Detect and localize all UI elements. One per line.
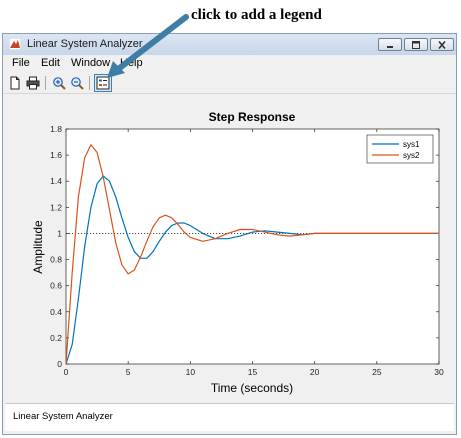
zoom-in-button[interactable] — [51, 75, 67, 91]
x-tick-label: 25 — [372, 367, 382, 377]
x-axis-label: Time (seconds) — [211, 381, 293, 395]
status-text: Linear System Analyzer — [13, 411, 113, 422]
y-tick-label: 0 — [57, 359, 62, 369]
maximize-button[interactable] — [404, 38, 428, 51]
matlab-app-icon — [9, 38, 21, 50]
minimize-button[interactable] — [378, 38, 402, 51]
legend-icon — [96, 76, 110, 90]
linear-system-analyzer-window: Linear System Analyzer File Edit Window … — [2, 33, 457, 435]
zoom-in-icon — [53, 77, 66, 90]
maximize-icon — [412, 40, 420, 49]
menu-file[interactable]: File — [12, 57, 30, 69]
menu-help[interactable]: Help — [120, 57, 143, 69]
y-tick-label: 1.6 — [50, 150, 62, 160]
close-icon — [438, 40, 446, 49]
x-tick-label: 0 — [64, 367, 69, 377]
status-bar: Linear System Analyzer — [5, 403, 454, 431]
y-tick-label: 0.2 — [50, 333, 62, 343]
legend-box[interactable] — [366, 134, 434, 164]
legend-callout-text: click to add a legend — [191, 7, 322, 23]
legend-label-sys2: sys2 — [403, 151, 420, 160]
x-tick-label: 30 — [434, 367, 444, 377]
close-button[interactable] — [430, 38, 454, 51]
print-button[interactable] — [25, 75, 41, 91]
y-tick-label: 0.4 — [50, 307, 62, 317]
menu-window[interactable]: Window — [71, 57, 110, 69]
y-tick-label: 1.2 — [50, 202, 62, 212]
toolbar-separator — [45, 76, 46, 90]
legend-button[interactable] — [94, 74, 112, 92]
zoom-out-button[interactable] — [69, 75, 85, 91]
title-bar: Linear System Analyzer — [3, 34, 456, 55]
y-tick-label: 1 — [57, 228, 62, 238]
axes-background — [65, 128, 440, 365]
step-response-chart: Step Response Time (seconds) Amplitude 0… — [31, 110, 444, 395]
menu-bar: File Edit Window Help — [3, 55, 456, 72]
y-tick-label: 1.4 — [50, 176, 62, 186]
x-tick-label: 5 — [126, 367, 131, 377]
y-axis-label: Amplitude — [31, 220, 45, 274]
toolbar — [3, 72, 456, 94]
x-tick-label: 20 — [310, 367, 320, 377]
new-file-button[interactable] — [7, 75, 23, 91]
toolbar-separator — [89, 76, 90, 90]
minimize-icon — [387, 45, 393, 48]
zoom-out-icon — [71, 77, 84, 90]
y-tick-label: 0.8 — [50, 255, 62, 265]
step-response-plot[interactable]: Step Response Time (seconds) Amplitude 0… — [5, 95, 454, 401]
x-tick-label: 15 — [248, 367, 258, 377]
y-tick-label: 1.8 — [50, 124, 62, 134]
chart-title: Step Response — [209, 110, 296, 124]
x-tick-label: 10 — [186, 367, 196, 377]
new-file-icon — [10, 76, 20, 90]
window-title: Linear System Analyzer — [27, 38, 143, 50]
legend-label-sys1: sys1 — [403, 140, 420, 149]
menu-edit[interactable]: Edit — [41, 57, 60, 69]
y-tick-label: 0.6 — [50, 281, 62, 291]
print-icon — [26, 76, 40, 90]
